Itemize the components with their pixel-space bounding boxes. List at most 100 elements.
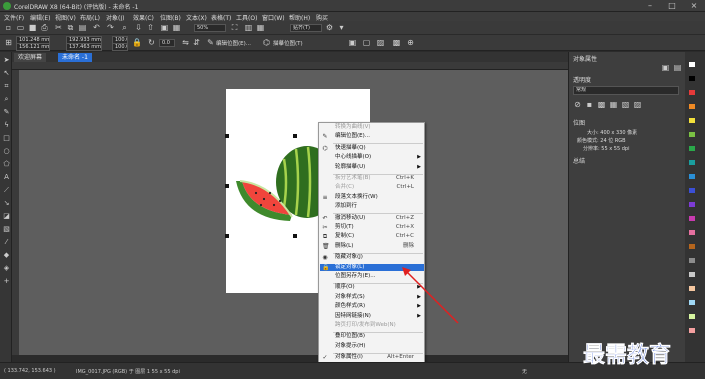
- transparency-tool-icon[interactable]: ▧: [2, 225, 11, 234]
- docker-close-icon[interactable]: ▤: [673, 63, 682, 72]
- bitmap-border-icon[interactable]: ▨: [376, 38, 385, 47]
- selection-handle[interactable]: [225, 134, 229, 138]
- parallel-dimension-icon[interactable]: ⟋: [2, 186, 11, 195]
- trace-icon[interactable]: ⌬: [262, 38, 271, 47]
- context-menu-item[interactable]: 对象样式(S) ▶: [320, 294, 424, 302]
- selection-handle[interactable]: [293, 134, 297, 138]
- open-icon[interactable]: ▭: [16, 23, 25, 32]
- palette-swatch[interactable]: [689, 286, 695, 291]
- zoom-tool-icon[interactable]: ⌕: [2, 95, 11, 104]
- context-menu-item[interactable]: 🗑 删除(L) 删除: [320, 243, 424, 251]
- transparency-heading[interactable]: 透明度: [573, 75, 591, 84]
- context-menu-item[interactable]: 对象提示(H): [320, 343, 424, 351]
- mirror-v-icon[interactable]: ⇵: [192, 38, 201, 47]
- rulers-icon[interactable]: ▥: [244, 23, 253, 32]
- palette-swatch[interactable]: [689, 202, 695, 207]
- tab-welcome[interactable]: 欢迎屏幕: [14, 53, 47, 62]
- import-icon[interactable]: ⇩: [134, 23, 143, 32]
- paste-icon[interactable]: ▤: [78, 23, 87, 32]
- context-menu-item[interactable]: ✓ 对象属性(I) Alt+Enter: [320, 354, 424, 362]
- context-menu-item[interactable]: 颜色样式(R) ▶: [320, 303, 424, 311]
- context-menu-item[interactable]: 顺序(O) ▶: [320, 284, 424, 292]
- object-origin-icon[interactable]: ⊞: [4, 38, 13, 47]
- rotate-icon[interactable]: ↻: [147, 38, 156, 47]
- palette-swatch[interactable]: [689, 132, 695, 137]
- palette-swatch[interactable]: [689, 188, 695, 193]
- transparency-icon[interactable]: ▩: [392, 38, 401, 47]
- merge-mode-select[interactable]: 常规: [573, 86, 679, 95]
- palette-swatch[interactable]: [689, 314, 695, 319]
- context-menu-item[interactable]: ✂ 剪切(T) Ctrl+X: [320, 224, 424, 232]
- context-menu-item[interactable]: ≡ 段落文本换行(W): [320, 194, 424, 202]
- context-menu-item[interactable]: 位图另存为(E)...: [320, 273, 424, 281]
- context-menu-item[interactable]: ↶ 撤消移动(U) Ctrl+Z: [320, 215, 424, 223]
- ellipse-tool-icon[interactable]: ○: [2, 147, 11, 156]
- vector-pattern-icon[interactable]: ▦: [609, 100, 618, 109]
- palette-swatch[interactable]: [689, 230, 695, 235]
- smart-fill-icon[interactable]: ◈: [2, 264, 11, 273]
- context-menu-item[interactable]: 添加到行: [320, 203, 424, 211]
- full-screen-icon[interactable]: ⛶: [230, 23, 239, 32]
- palette-swatch[interactable]: [689, 76, 695, 81]
- pdf-icon[interactable]: ▣: [160, 23, 169, 32]
- no-transparency-icon[interactable]: ⊘: [573, 100, 582, 109]
- palette-swatch[interactable]: [689, 174, 695, 179]
- palette-swatch[interactable]: [689, 328, 695, 333]
- context-menu-item[interactable]: 轮廓描摹(U) ▶: [320, 164, 424, 172]
- context-menu-item[interactable]: ◉ 隐藏对象(J): [320, 254, 424, 262]
- fountain-icon[interactable]: ▩: [597, 100, 606, 109]
- save-icon[interactable]: ■: [28, 23, 37, 32]
- artistic-media-icon[interactable]: ϟ: [2, 121, 11, 130]
- snap-to-dropdown[interactable]: 贴齐(T): [290, 24, 322, 32]
- docker-menu-icon[interactable]: ▣: [661, 63, 670, 72]
- polygon-tool-icon[interactable]: ⬠: [2, 160, 11, 169]
- mirror-h-icon[interactable]: ⇋: [181, 38, 190, 47]
- search-icon[interactable]: ⌕: [120, 23, 129, 32]
- tab-document[interactable]: 未命名 -1: [58, 53, 92, 62]
- context-menu-item[interactable]: 叠印位图(B): [320, 333, 424, 341]
- launch-icon[interactable]: ▾: [337, 23, 346, 32]
- selection-handle[interactable]: [225, 234, 229, 238]
- interactive-fill-icon[interactable]: ◆: [2, 251, 11, 260]
- context-menu-item[interactable]: ✎ 编辑位图(E)...: [320, 133, 424, 141]
- palette-swatch[interactable]: [689, 272, 695, 277]
- edit-bitmap-icon[interactable]: ✎: [206, 38, 215, 47]
- copy-icon[interactable]: ⧉: [66, 23, 75, 32]
- resample-icon[interactable]: ▢: [362, 38, 371, 47]
- angle-field[interactable]: 0.0: [159, 39, 175, 47]
- shape-tool-icon[interactable]: ↖: [2, 69, 11, 78]
- app-launcher-icon[interactable]: ▦: [172, 23, 181, 32]
- crop-bitmap-icon[interactable]: ▣: [348, 38, 357, 47]
- summary-heading[interactable]: 总结: [573, 156, 585, 165]
- export-icon[interactable]: ⇧: [146, 23, 155, 32]
- minimize-button[interactable]: –: [639, 0, 661, 12]
- palette-swatch[interactable]: [689, 300, 695, 305]
- scale-y-field[interactable]: 100.0: [112, 43, 128, 51]
- cut-icon[interactable]: ✂: [54, 23, 63, 32]
- palette-swatch[interactable]: [689, 258, 695, 263]
- selection-handle[interactable]: [293, 234, 297, 238]
- pick-tool-icon[interactable]: ➤: [2, 56, 11, 65]
- context-menu-item[interactable]: 中心线描摹(O) ▶: [320, 154, 424, 162]
- undo-icon[interactable]: ↶: [92, 23, 101, 32]
- text-tool-icon[interactable]: A: [2, 173, 11, 182]
- crop-tool-icon[interactable]: ⌗: [2, 82, 11, 91]
- close-button[interactable]: ×: [683, 0, 705, 12]
- context-menu-item[interactable]: ⌬ 快速描摹(Q): [320, 145, 424, 153]
- quick-customize-icon[interactable]: ⊕: [406, 38, 415, 47]
- bitmap-heading[interactable]: 位图: [573, 118, 585, 127]
- settings-icon[interactable]: ⚙: [325, 23, 334, 32]
- palette-swatch[interactable]: [689, 146, 695, 151]
- connector-tool-icon[interactable]: ↘: [2, 199, 11, 208]
- context-menu-item[interactable]: 🔒 锁定对象(L): [320, 263, 424, 272]
- horizontal-ruler[interactable]: [12, 62, 568, 70]
- palette-swatch[interactable]: [689, 160, 695, 165]
- palette-swatch[interactable]: [689, 90, 695, 95]
- bitmap-pattern-icon[interactable]: ▧: [621, 100, 630, 109]
- trace-bitmap-button[interactable]: 描摹位图(T): [273, 39, 303, 47]
- palette-swatch[interactable]: [689, 118, 695, 123]
- lock-ratio-icon[interactable]: 🔒: [132, 38, 142, 47]
- edit-bitmap-button[interactable]: 编辑位图(E)...: [216, 39, 251, 47]
- selection-handle[interactable]: [225, 184, 229, 188]
- palette-swatch[interactable]: [689, 104, 695, 109]
